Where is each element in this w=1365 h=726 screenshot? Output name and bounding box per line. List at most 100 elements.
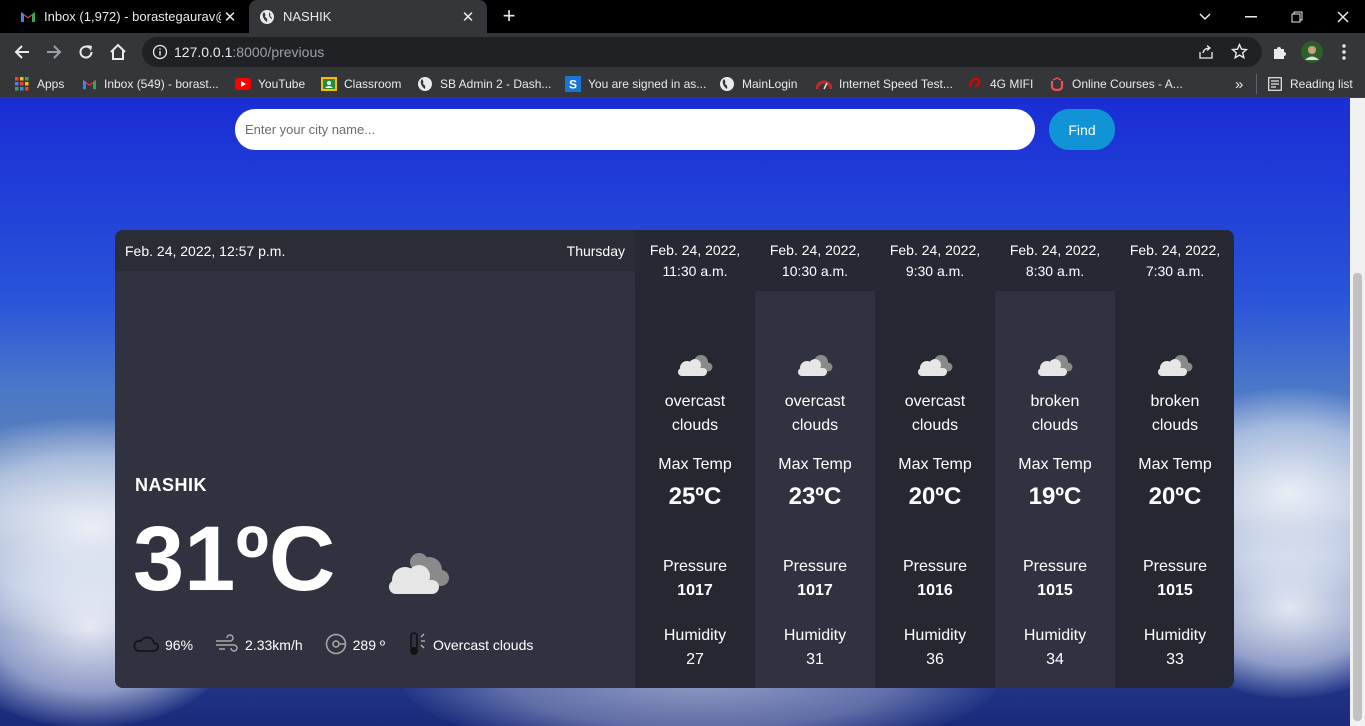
- bookmark-classroom[interactable]: Classroom: [321, 75, 401, 93]
- info-icon[interactable]: [152, 44, 168, 60]
- reload-icon[interactable]: [74, 40, 98, 64]
- forecast-description: overcast clouds: [635, 390, 755, 438]
- max-temp-label: Max Temp: [898, 456, 972, 473]
- bookmark-star-icon[interactable]: [1230, 42, 1249, 65]
- bookmark-sb-admin[interactable]: SB Admin 2 - Dash...: [417, 75, 551, 93]
- tab-nashik[interactable]: NASHIK ✕: [249, 0, 487, 33]
- back-icon[interactable]: [10, 40, 34, 64]
- bookmark-signed-in[interactable]: S You are signed in as...: [565, 75, 706, 93]
- bookmark-youtube[interactable]: YouTube: [235, 75, 305, 93]
- max-temp-label: Max Temp: [1018, 456, 1092, 473]
- forecast-date: Feb. 24, 2022,: [1009, 242, 1101, 258]
- forecast-column: Feb. 24, 2022, 9:30 a.m. overcast clouds M…: [875, 230, 995, 688]
- thermometer-icon: [407, 631, 433, 660]
- pressure-label: Pressure: [1142, 558, 1208, 575]
- city-name: NASHIK: [135, 475, 208, 495]
- humidity-label: Humidity: [783, 627, 847, 644]
- reading-list-button[interactable]: Reading list: [1267, 75, 1353, 93]
- close-tab-icon[interactable]: ✕: [459, 8, 477, 26]
- menu-kebab-icon[interactable]: [1332, 40, 1356, 64]
- cloud-outline-icon: [133, 636, 165, 655]
- find-button[interactable]: Find: [1049, 109, 1115, 150]
- humidity-value: 27: [686, 651, 704, 668]
- forecast-desc-line: overcast: [664, 393, 726, 410]
- tab-search-chevron-icon[interactable]: [1182, 0, 1228, 33]
- restore-button[interactable]: [1274, 0, 1320, 33]
- weather-page: Find Feb. 24, 2022, 12:57 p.m. Thursday …: [0, 98, 1350, 726]
- cloud-icon: [795, 352, 833, 383]
- forecast-desc-line: clouds: [1031, 417, 1079, 434]
- globe-icon: [719, 76, 735, 92]
- forecast-date: Feb. 24, 2022,: [889, 242, 981, 258]
- pressure-value: 1015: [1037, 582, 1073, 599]
- close-window-button[interactable]: [1320, 0, 1365, 33]
- bookmark-apps[interactable]: Apps: [14, 75, 64, 93]
- bookmarks-divider: [1256, 74, 1257, 94]
- forecast-desc-line: broken: [1150, 393, 1200, 410]
- bookmark-speed-test[interactable]: Internet Speed Test...: [816, 75, 953, 93]
- tab-inbox[interactable]: Inbox (1,972) - borastegaurav@g ✕: [0, 0, 249, 33]
- forecast-header: Feb. 24, 2022, 9:30 a.m.: [875, 230, 995, 291]
- address-bar[interactable]: 127.0.0.1:8000/previous: [142, 37, 1262, 67]
- bookmark-online-courses[interactable]: Online Courses - A...: [1049, 75, 1183, 93]
- bookmark-4g-mifi[interactable]: 4G MIFI: [967, 75, 1033, 93]
- url-path: :8000/previous: [232, 44, 325, 60]
- cloud-icon: [1035, 352, 1073, 383]
- city-search-input[interactable]: [235, 109, 1035, 150]
- youtube-icon: [235, 76, 251, 92]
- pressure-value: 1016: [917, 582, 953, 599]
- bookmark-mainlogin[interactable]: MainLogin: [719, 75, 797, 93]
- speedometer-icon: [816, 76, 832, 92]
- wind-direction-value: 289 º: [352, 637, 385, 653]
- gmail-icon: [81, 76, 97, 92]
- forecast-time: 9:30 a.m.: [905, 263, 965, 279]
- tab-title: NASHIK: [283, 9, 332, 24]
- forecast-time: 10:30 a.m.: [781, 263, 849, 279]
- forecast-desc-line: broken: [1030, 393, 1080, 410]
- page-scrollbar[interactable]: [1350, 98, 1365, 726]
- max-temp-label: Max Temp: [778, 456, 852, 473]
- forecast-description: broken clouds: [1115, 390, 1234, 438]
- humidity-value: 34: [1046, 651, 1064, 668]
- new-tab-button[interactable]: +: [498, 5, 520, 28]
- forecast-header: Feb. 24, 2022, 8:30 a.m.: [995, 230, 1115, 291]
- scrollbar-thumb[interactable]: [1353, 273, 1362, 721]
- bookmark-label: You are signed in as...: [588, 77, 707, 91]
- humidity-label: Humidity: [1023, 627, 1087, 644]
- close-tab-icon[interactable]: ✕: [221, 8, 239, 26]
- bookmark-label: Apps: [37, 77, 65, 91]
- current-day: Thursday: [566, 243, 625, 259]
- wind-direction-stat: 289 º: [325, 633, 385, 658]
- description-stat: Overcast clouds: [407, 631, 533, 660]
- humidity-value: 36: [926, 651, 944, 668]
- bookmark-inbox[interactable]: Inbox (549) - borast...: [81, 75, 219, 93]
- wind-icon: [215, 633, 245, 657]
- forecast-date: Feb. 24, 2022,: [1129, 242, 1221, 258]
- browser-toolbar: 127.0.0.1:8000/previous: [0, 33, 1365, 70]
- forecast-desc-line: clouds: [1151, 417, 1199, 434]
- share-icon[interactable]: [1198, 44, 1214, 65]
- pressure-value: 1015: [1157, 582, 1193, 599]
- forecast-desc-line: overcast: [904, 393, 966, 410]
- tab-title: Inbox (1,972) - borastegaurav@g: [44, 9, 221, 24]
- more-bookmarks-button[interactable]: »: [1235, 75, 1243, 93]
- profile-avatar[interactable]: [1300, 40, 1324, 64]
- extensions-icon[interactable]: [1268, 40, 1292, 64]
- forecast-header: Feb. 24, 2022, 11:30 a.m.: [635, 230, 755, 291]
- pressure-label: Pressure: [782, 558, 848, 575]
- humidity-label: Humidity: [903, 627, 967, 644]
- pressure-value: 1017: [677, 582, 713, 599]
- pressure-label: Pressure: [902, 558, 968, 575]
- forecast-time: 8:30 a.m.: [1025, 263, 1085, 279]
- forecast-desc-line: clouds: [911, 417, 959, 434]
- airtel-icon: [967, 76, 983, 92]
- svg-text:S: S: [569, 78, 577, 92]
- compass-icon: [325, 633, 353, 658]
- current-stats: 96% 2.33km/h 289 º Overcast clouds: [133, 631, 555, 660]
- home-icon[interactable]: [106, 40, 130, 64]
- forward-icon[interactable]: [42, 40, 66, 64]
- max-temp-value: 19ºC: [1028, 483, 1082, 510]
- minimize-button[interactable]: [1228, 0, 1274, 33]
- current-weather-header: Feb. 24, 2022, 12:57 p.m. Thursday: [115, 230, 635, 271]
- cloud-icon: [675, 352, 713, 383]
